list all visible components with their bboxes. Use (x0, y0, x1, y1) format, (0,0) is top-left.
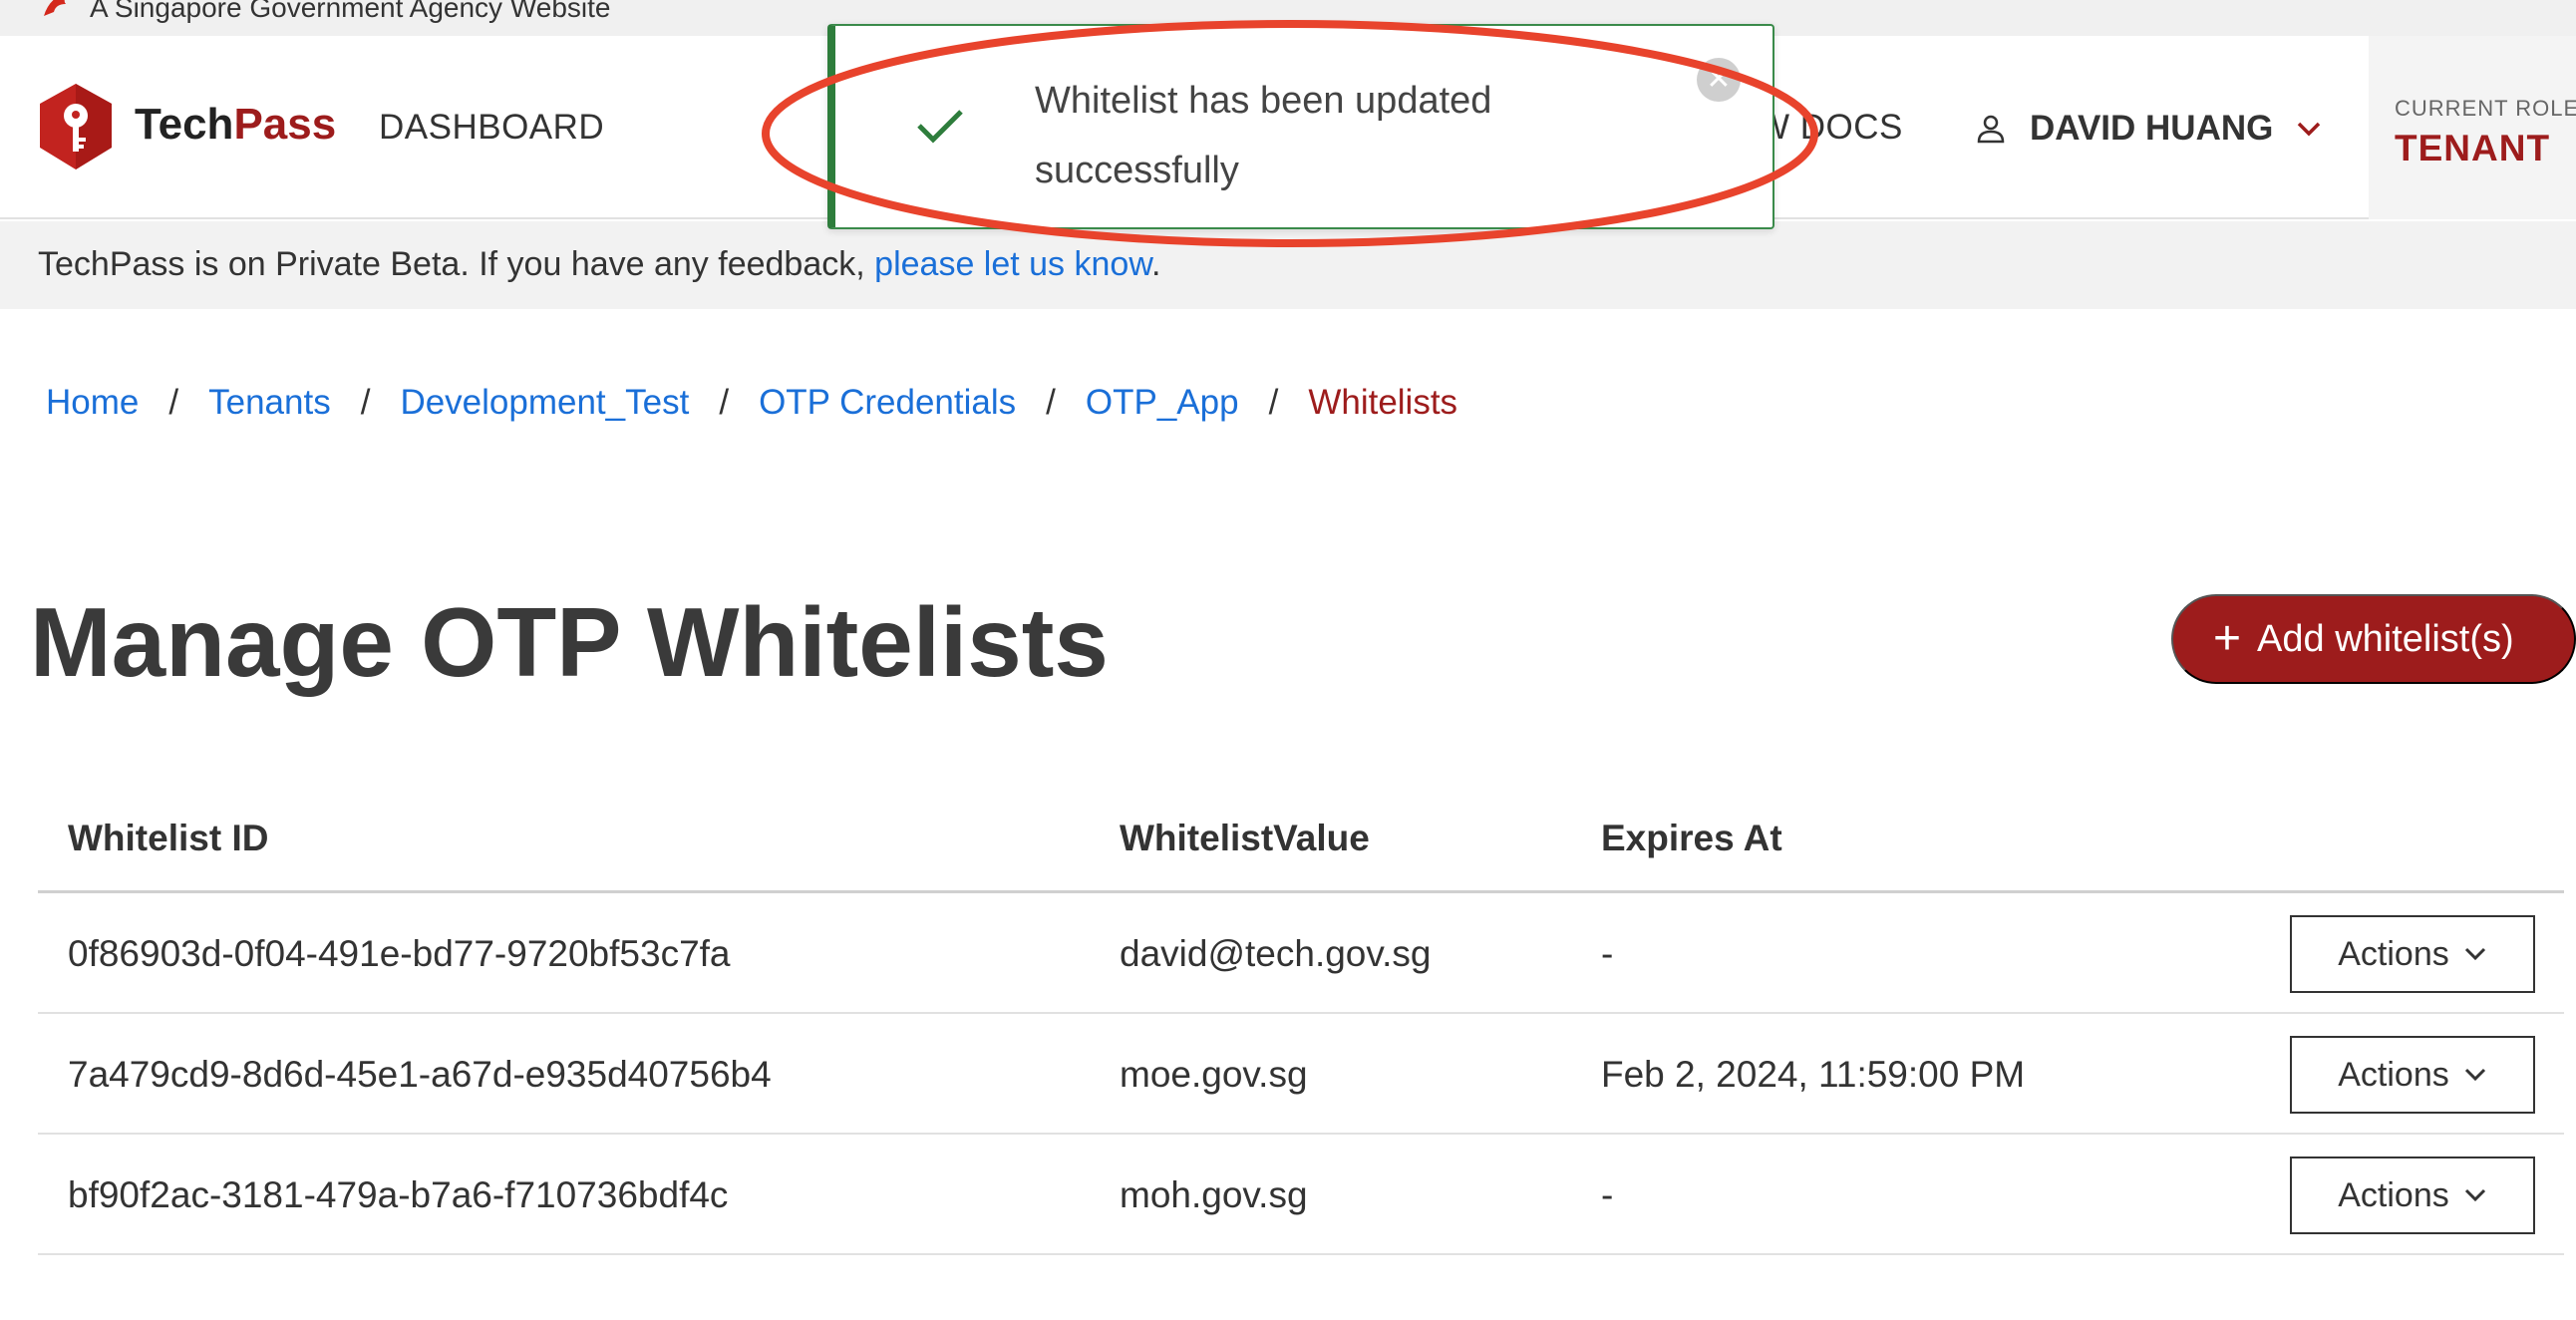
whitelist-id-cell: 7a479cd9-8d6d-45e1-a67d-e935d40756b4 (68, 1054, 772, 1095)
brand-part-pass: Pass (233, 100, 337, 149)
feedback-link[interactable]: please let us know (874, 245, 1151, 283)
whitelist-value-cell: david@tech.gov.sg (1120, 933, 1432, 974)
breadcrumb-current: Whitelists (1308, 383, 1458, 422)
breadcrumb-separator: / (719, 383, 730, 422)
nav-dashboard-link[interactable]: DASHBOARD (379, 108, 604, 148)
nav-docs-link[interactable]: W DOCS (1757, 108, 1903, 148)
column-header-value: WhitelistValue (1120, 818, 1370, 858)
breadcrumb-home[interactable]: Home (46, 383, 139, 423)
whitelist-value-cell: moe.gov.sg (1120, 1054, 1308, 1095)
column-header-id: Whitelist ID (68, 818, 269, 858)
table-row: 0f86903d-0f04-491e-bd77-9720bf53c7fa dav… (38, 893, 2564, 1014)
table-row: 7a479cd9-8d6d-45e1-a67d-e935d40756b4 moe… (38, 1014, 2564, 1135)
user-name: DAVID HUANG (2030, 109, 2274, 148)
actions-label: Actions (2338, 1055, 2449, 1094)
beta-banner: TechPass is on Private Beta. If you have… (0, 221, 2576, 309)
user-menu-toggle[interactable]: DAVID HUANG (1974, 104, 2323, 154)
beta-banner-text: TechPass is on Private Beta. If you have… (38, 245, 875, 283)
beta-banner-suffix: . (1151, 245, 1161, 283)
close-icon[interactable]: ✕ (1697, 58, 1741, 102)
current-role-label: CURRENT ROLE (2395, 96, 2576, 121)
actions-label: Actions (2338, 934, 2449, 973)
breadcrumb-separator: / (360, 383, 371, 422)
masthead-text: A Singapore Government Agency Website (90, 0, 611, 23)
chevron-down-icon (2298, 122, 2321, 137)
user-icon (1977, 115, 2005, 144)
whitelist-value-cell: moh.gov.sg (1120, 1174, 1308, 1215)
whitelist-id-cell: bf90f2ac-3181-479a-b7a6-f710736bdf4c (68, 1174, 729, 1215)
breadcrumb-separator: / (168, 383, 179, 422)
current-role-panel[interactable]: CURRENT ROLE TENANT (2369, 36, 2576, 219)
brand-name[interactable]: TechPass (135, 100, 336, 150)
checkmark-icon (917, 110, 963, 144)
table-header: Whitelist ID WhitelistValue Expires At (38, 806, 2564, 893)
expires-at-cell: - (1601, 933, 1614, 974)
current-role-value: TENANT (2395, 128, 2551, 168)
breadcrumb-tenants[interactable]: Tenants (208, 383, 331, 423)
table-row: bf90f2ac-3181-479a-b7a6-f710736bdf4c moh… (38, 1135, 2564, 1255)
plus-icon: + (2213, 612, 2242, 665)
brand-part-tech: Tech (135, 100, 234, 149)
actions-label: Actions (2338, 1175, 2449, 1214)
add-whitelist-button[interactable]: + Add whitelist(s) (2171, 594, 2576, 684)
actions-button[interactable]: Actions (2290, 1036, 2535, 1114)
breadcrumb: Home / Tenants / Development_Test / OTP … (46, 383, 1457, 423)
lion-head-icon (44, 0, 66, 16)
expires-at-cell: - (1601, 1174, 1614, 1215)
toast-message: Whitelist has been updated successfully (1035, 80, 1492, 191)
whitelist-table: Whitelist ID WhitelistValue Expires At 0… (38, 806, 2564, 1255)
breadcrumb-otp-credentials[interactable]: OTP Credentials (759, 383, 1016, 423)
add-whitelist-label: Add whitelist(s) (2257, 617, 2514, 660)
chevron-down-icon (2464, 1188, 2485, 1202)
breadcrumb-otp-app[interactable]: OTP_App (1086, 383, 1239, 423)
column-header-expires: Expires At (1601, 818, 1782, 858)
page-title: Manage OTP Whitelists (30, 587, 1109, 697)
success-toast: Whitelist has been updated successfully … (827, 24, 1774, 229)
breadcrumb-development-test[interactable]: Development_Test (400, 383, 689, 423)
breadcrumb-separator: / (1268, 383, 1279, 422)
whitelist-id-cell: 0f86903d-0f04-491e-bd77-9720bf53c7fa (68, 933, 731, 974)
techpass-logo-icon[interactable] (36, 82, 116, 171)
breadcrumb-separator: / (1046, 383, 1056, 422)
actions-button[interactable]: Actions (2290, 915, 2535, 993)
expires-at-cell: Feb 2, 2024, 11:59:00 PM (1601, 1054, 2026, 1095)
chevron-down-icon (2464, 947, 2485, 961)
actions-button[interactable]: Actions (2290, 1156, 2535, 1234)
chevron-down-icon (2464, 1068, 2485, 1082)
